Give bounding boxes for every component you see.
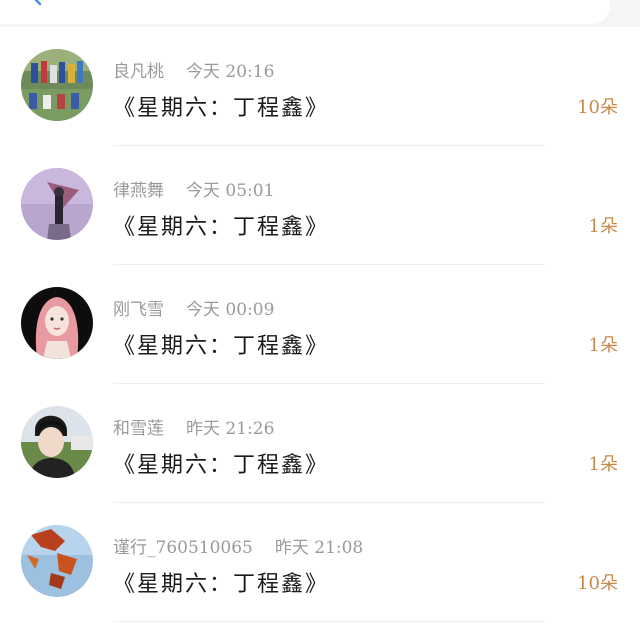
boy-portrait-icon: [21, 406, 93, 478]
flower-count: 10朵: [577, 97, 618, 118]
timestamp: 昨天 21:08: [274, 538, 364, 558]
item-title[interactable]: 《星期六：丁程鑫》: [113, 209, 329, 241]
flower-count: 1朵: [588, 454, 618, 475]
item-meta: 良凡桃 今天 20:16: [113, 57, 275, 82]
flower-count: 1朵: [588, 216, 618, 237]
list-item[interactable]: 刚飞雪 今天 00:09 《星期六：丁程鑫》 1朵: [0, 265, 640, 384]
timestamp: 昨天 21:26: [186, 419, 275, 439]
username[interactable]: 和雪莲: [113, 419, 164, 439]
username[interactable]: 谨行_760510065: [113, 538, 253, 558]
timestamp: 今天 05:01: [186, 181, 275, 201]
avatar[interactable]: [21, 525, 93, 597]
list-item[interactable]: 和雪莲 昨天 21:26 《星期六：丁程鑫》 1朵: [0, 384, 640, 503]
umbrella-figure-icon: [21, 168, 93, 240]
flower-count: 10朵: [577, 573, 618, 594]
avatar[interactable]: [21, 49, 93, 121]
username[interactable]: 刚飞雪: [113, 300, 164, 320]
item-meta: 刚飞雪 今天 00:09: [113, 295, 275, 320]
top-bar: [0, 0, 640, 27]
timestamp: 今天 20:16: [186, 62, 275, 82]
avatar[interactable]: [21, 168, 93, 240]
list-item[interactable]: 良凡桃 今天 20:16 《星期六：丁程鑫》 10朵: [0, 27, 640, 146]
list-item[interactable]: 谨行_760510065 昨天 21:08 《星期六：丁程鑫》 10朵: [0, 503, 640, 622]
item-meta: 谨行_760510065 昨天 21:08: [113, 533, 364, 558]
avatar[interactable]: [21, 287, 93, 359]
item-title[interactable]: 《星期六：丁程鑫》: [113, 328, 329, 360]
timestamp: 今天 00:09: [186, 300, 275, 320]
item-title[interactable]: 《星期六：丁程鑫》: [113, 447, 329, 479]
item-meta: 律燕舞 今天 05:01: [113, 176, 275, 201]
autumn-leaves-icon: [21, 525, 93, 597]
divider: [113, 621, 545, 622]
pink-hair-illustration-icon: [21, 287, 93, 359]
list-item[interactable]: 律燕舞 今天 05:01 《星期六：丁程鑫》 1朵: [0, 146, 640, 265]
avatar[interactable]: [21, 406, 93, 478]
group-photo-icon: [21, 49, 93, 121]
flower-count: 1朵: [588, 335, 618, 356]
item-title[interactable]: 《星期六：丁程鑫》: [113, 566, 329, 598]
username[interactable]: 良凡桃: [113, 62, 164, 82]
back-icon[interactable]: [30, 0, 44, 8]
item-meta: 和雪莲 昨天 21:26: [113, 414, 275, 439]
gift-list: 良凡桃 今天 20:16 《星期六：丁程鑫》 10朵 律燕舞 今天 05:01 《星…: [0, 27, 640, 622]
item-title[interactable]: 《星期六：丁程鑫》: [113, 90, 329, 122]
search-bar[interactable]: [0, 0, 610, 24]
username[interactable]: 律燕舞: [113, 181, 164, 201]
